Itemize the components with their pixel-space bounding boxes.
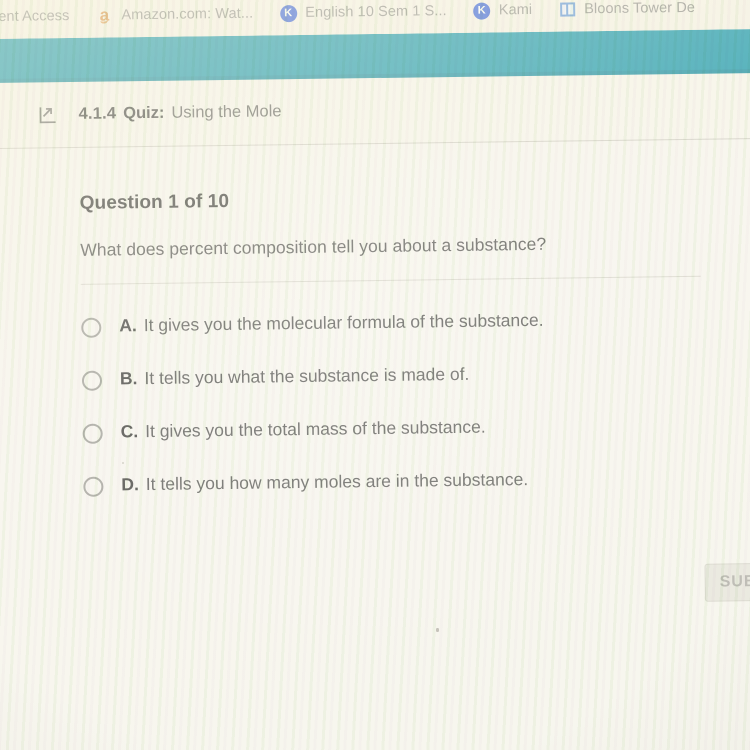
quiz-title-bar: 4.1.4 Quiz: Using the Mole (0, 72, 750, 149)
dust-speck (436, 628, 439, 632)
kami-icon: K (279, 4, 297, 22)
choice-text: It gives you the molecular formula of th… (143, 309, 544, 336)
radio-button-a[interactable] (81, 317, 102, 338)
kami-icon: K (473, 2, 491, 20)
question-counter: Question 1 of 10 (79, 190, 230, 214)
quiz-type-label: Quiz: (123, 103, 165, 123)
radio-button-c[interactable] (82, 423, 103, 444)
submit-button[interactable]: SUBMIT (704, 562, 750, 602)
quiz-content: Question 1 of 10 What does percent compo… (0, 138, 750, 750)
bookmark-bloons-tower-defense[interactable]: Bloons Tower De (558, 0, 695, 25)
choice-letter: D. (121, 474, 139, 495)
radio-button-b[interactable] (81, 370, 103, 391)
exit-arrow-icon[interactable] (36, 103, 60, 127)
choice-letter: C. (120, 421, 139, 442)
bookmark-kami[interactable]: K Kami (473, 0, 533, 26)
question-prompt: What does percent composition tell you a… (80, 233, 547, 260)
screen-content: arent Access a Amazon.com: Wat... K Engl… (0, 0, 750, 750)
choice-text: It gives you the total mass of the subst… (145, 416, 486, 442)
answer-choice-d[interactable]: D. It tells you how many moles are in th… (83, 467, 724, 528)
bookmark-label: Amazon.com: Wat... (121, 5, 254, 24)
bookmark-label: English 10 Sem 1 S... (305, 3, 447, 21)
answer-choice-c[interactable]: C. It gives you the total mass of the su… (82, 414, 724, 475)
bookmark-parent-access[interactable]: arent Access (0, 1, 70, 32)
bookmark-english-10[interactable]: K English 10 Sem 1 S... (279, 0, 447, 28)
choice-letter: B. (119, 368, 138, 389)
choice-letter: A. (119, 315, 137, 336)
answer-choice-a[interactable]: A. It gives you the molecular formula of… (81, 308, 722, 369)
bookmark-amazon[interactable]: a Amazon.com: Wat... (95, 0, 254, 31)
radio-button-d[interactable] (83, 476, 104, 497)
answer-choice-list: A. It gives you the molecular formula of… (81, 308, 724, 528)
choice-text: It tells you how many moles are in the s… (145, 469, 529, 495)
quiz-number: 4.1.4 (78, 104, 117, 123)
bookmark-label: Bloons Tower De (584, 0, 696, 18)
dust-speck (122, 462, 124, 464)
screen-photo: arent Access a Amazon.com: Wat... K Engl… (0, 0, 750, 750)
amazon-icon: a (99, 5, 110, 25)
bookmark-label: Kami (498, 1, 533, 19)
bookmark-label: arent Access (0, 8, 70, 26)
choice-text: It tells you what the substance is made … (144, 363, 470, 389)
bloons-icon (558, 0, 576, 18)
question-divider (80, 275, 701, 285)
answer-choice-b[interactable]: B. It tells you what the substance is ma… (81, 361, 723, 422)
quiz-title: Using the Mole (171, 102, 282, 122)
